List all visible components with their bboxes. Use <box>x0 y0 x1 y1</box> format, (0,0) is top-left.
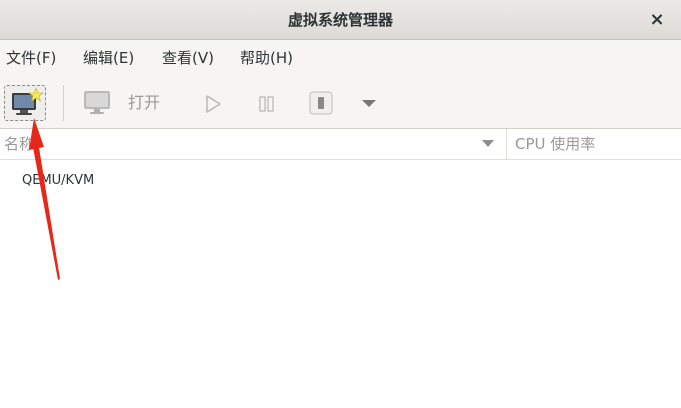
open-button[interactable] <box>80 87 116 119</box>
menu-view[interactable]: 查看(V) <box>162 40 214 77</box>
toolbar-separator <box>63 85 64 121</box>
power-icon <box>309 91 333 115</box>
pause-icon <box>259 96 274 112</box>
close-button[interactable]: × <box>643 6 671 34</box>
chevron-down-icon <box>362 100 376 107</box>
open-button-label[interactable]: 打开 <box>128 77 160 129</box>
run-button[interactable] <box>200 91 226 117</box>
window-title: 虚拟系统管理器 <box>287 11 393 29</box>
monitor-icon <box>84 91 110 114</box>
title-bar: 虚拟系统管理器 × <box>0 0 681 40</box>
new-vm-monitor-icon <box>12 87 44 115</box>
menu-bar: 文件(F) 编辑(E) 查看(V) 帮助(H) <box>0 40 681 77</box>
menu-edit[interactable]: 编辑(E) <box>83 40 134 77</box>
sort-descending-icon[interactable] <box>482 140 494 147</box>
table-row[interactable]: QEMU/KVM <box>0 168 681 194</box>
menu-help[interactable]: 帮助(H) <box>240 40 293 77</box>
pause-button[interactable] <box>254 91 280 117</box>
toolbar: 打开 <box>0 77 681 129</box>
menu-file[interactable]: 文件(F) <box>6 40 56 77</box>
column-header-name[interactable]: 名称 <box>4 129 34 160</box>
connection-label: QEMU/KVM <box>22 173 95 188</box>
shutdown-button[interactable] <box>308 90 334 116</box>
new-vm-button[interactable] <box>4 85 46 121</box>
column-header-cpu-usage[interactable]: CPU 使用率 <box>515 129 595 160</box>
column-divider[interactable] <box>506 129 507 160</box>
play-icon <box>206 95 221 113</box>
shutdown-menu-button[interactable] <box>358 94 380 112</box>
table-header: 名称 CPU 使用率 <box>0 129 681 160</box>
